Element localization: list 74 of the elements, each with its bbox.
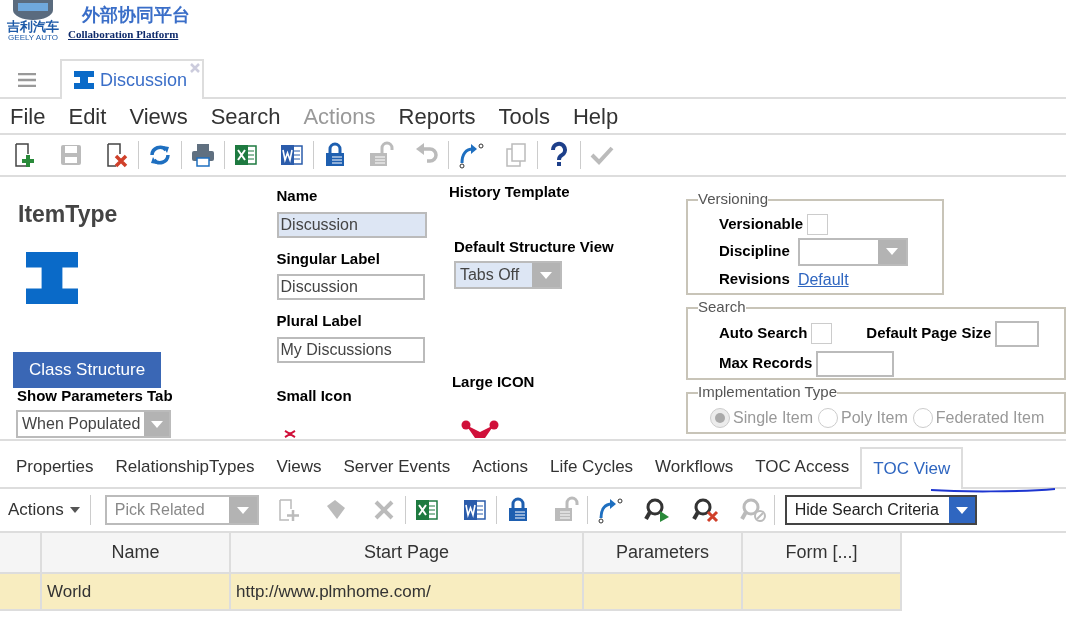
relationship-tab[interactable]: TOC Access [744, 447, 861, 487]
field-label: Show Parameters Tab [16, 385, 174, 406]
checkbox[interactable] [811, 323, 833, 344]
clear-search-icon[interactable] [690, 496, 719, 524]
class-structure-button[interactable]: Class Structure [13, 351, 161, 388]
brand-name: GEELY AUTO [8, 34, 58, 42]
relationship-tab[interactable]: RelationshipTypes [104, 447, 266, 487]
field-label: History Template [448, 182, 571, 202]
field-label: Default Structure View [453, 236, 615, 257]
table-cell-text: http://www.plmhome.com/ [236, 580, 431, 603]
caret-icon [69, 507, 80, 513]
dropdown-arrow-icon[interactable] [955, 506, 968, 514]
menu-icon[interactable] [18, 73, 36, 87]
field-label: Default Page Size [866, 323, 992, 344]
platform-subtitle: Collaboration Platform [68, 27, 180, 42]
text-field[interactable] [816, 350, 895, 377]
menu-item[interactable]: Views [129, 99, 188, 133]
column-header[interactable]: Form [...] [743, 533, 902, 572]
large-icon-preview [460, 419, 499, 438]
field-label: Versionable [719, 214, 804, 234]
relationship-tab[interactable]: Views [265, 447, 333, 487]
document-tab[interactable]: Discussion [60, 59, 204, 99]
group-title: Search [698, 298, 746, 315]
table-cell-text: World [47, 580, 92, 603]
field-label: Auto Search [719, 323, 808, 344]
menu-item[interactable]: Tools [498, 99, 550, 133]
form-title: ItemType [17, 200, 119, 229]
text-field[interactable]: My Discussions [276, 336, 425, 363]
brand-name: 吉利汽车 [7, 20, 59, 34]
search-criteria-dropdown[interactable]: Hide Search Criteria [784, 495, 977, 525]
radio-label: Federated Item [935, 407, 1045, 428]
checkbox[interactable] [807, 213, 829, 235]
dropdown[interactable]: When Populated [16, 410, 171, 438]
field-label: Revisions [719, 269, 790, 290]
item-type-icon [26, 251, 78, 304]
field-label: Plural Label [276, 311, 363, 331]
menu-item[interactable]: Reports [398, 99, 476, 133]
platform-title: 外部协同平台 [81, 4, 190, 26]
menu-item[interactable]: Help [572, 99, 619, 133]
table-row[interactable]: World http://www.plmhome.com/ [0, 574, 902, 611]
print-icon[interactable] [189, 141, 217, 169]
group-title: Implementation Type [698, 383, 837, 400]
field-label: Singular Label [276, 248, 381, 269]
menu-item[interactable]: Search [210, 99, 281, 133]
actions-menu-button[interactable]: Actions [8, 497, 90, 523]
item-type-icon [74, 71, 94, 89]
dropdown[interactable]: Tabs Off [453, 261, 562, 289]
column-header[interactable]: Name [42, 533, 231, 572]
field-label: Max Records [719, 353, 813, 374]
relationship-tab[interactable]: Server Events [332, 447, 462, 487]
text-field[interactable] [995, 320, 1040, 347]
text-field[interactable]: Discussion [276, 211, 427, 238]
search-icon[interactable] [642, 496, 671, 524]
menu-item[interactable]: File [10, 99, 46, 133]
radio-label: Poly Item [841, 407, 908, 428]
field-label: Large ICON [451, 372, 536, 392]
text-field[interactable]: Discussion [276, 274, 425, 300]
column-header[interactable]: Parameters [584, 533, 743, 572]
field-label: Small Icon [276, 385, 353, 406]
field-label: Name [276, 186, 319, 206]
field-label: Discipline [719, 241, 790, 262]
group-title: Versioning [698, 191, 769, 207]
curved-arrow-icon[interactable] [456, 141, 484, 169]
close-icon[interactable] [190, 63, 200, 73]
radio-label: Single Item [733, 407, 814, 428]
relationship-tab[interactable]: Workflows [644, 447, 745, 487]
relationship-tab[interactable]: Actions [461, 447, 539, 487]
column-header[interactable]: Start Page [231, 533, 584, 572]
menu-item[interactable]: Edit [68, 99, 107, 133]
revisions-link[interactable]: Default [797, 267, 849, 292]
dropdown[interactable] [797, 237, 908, 266]
relationship-tab[interactable]: Properties [5, 447, 105, 487]
relationship-tab[interactable]: Life Cycles [538, 447, 645, 487]
relationship-tab[interactable]: TOC View [860, 447, 964, 489]
